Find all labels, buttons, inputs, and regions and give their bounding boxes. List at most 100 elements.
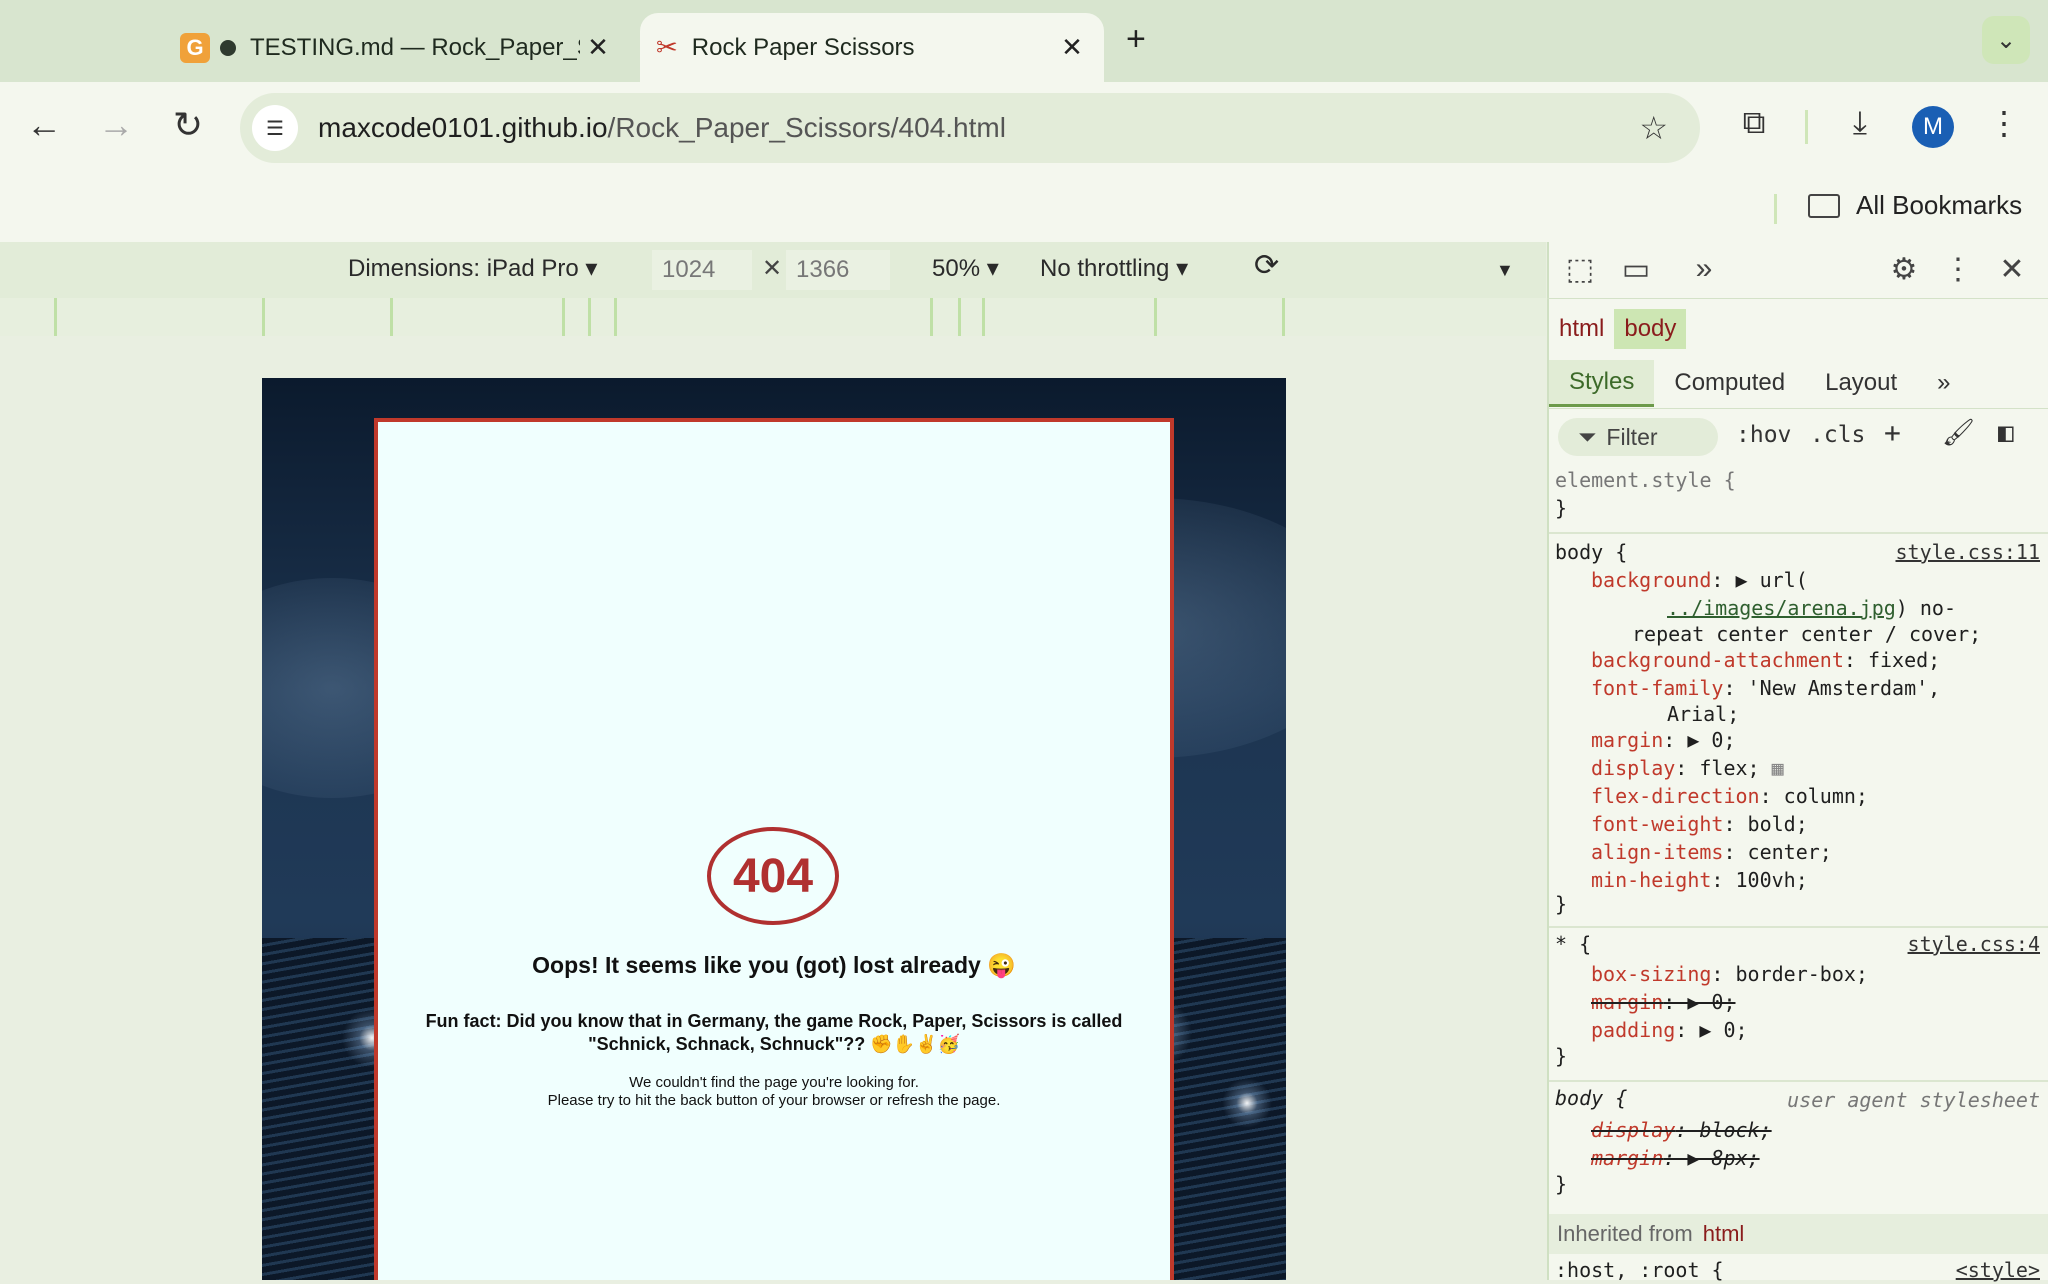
breadcrumb-body[interactable]: body (1614, 309, 1687, 349)
inherited-label: Inherited from (1557, 1221, 1693, 1246)
bookmarks-bar (0, 188, 2048, 242)
tab-styles[interactable]: Styles (1549, 359, 1655, 407)
new-tab-icon[interactable]: + (1126, 20, 1146, 59)
prop-name: display (1591, 756, 1676, 780)
ruler-tick (1282, 298, 1285, 336)
close-brace: } (1555, 1044, 1568, 1068)
tab-search-chevron-icon[interactable]: ⌄ (1982, 16, 2030, 64)
sidebar-toggle-icon[interactable]: ◧ (1998, 418, 2014, 448)
reload-icon[interactable]: ↻ (164, 104, 212, 146)
decl-font-family: font-family: 'New Amsterdam', (1591, 674, 2048, 702)
prop-value: : ▶ 0; (1663, 990, 1736, 1014)
source-link[interactable]: style.css:11 (1896, 540, 2041, 564)
prop-name: min-height (1591, 868, 1712, 892)
rotate-icon[interactable]: ⟳ (1254, 248, 1279, 283)
source-link[interactable]: style.css:4 (1908, 932, 2040, 956)
ua-rule-source: user agent stylesheet (1787, 1088, 2040, 1112)
throttling-label: No throttling (1040, 255, 1170, 282)
breadcrumb: html body (1549, 306, 1687, 352)
ruler-tick (562, 298, 565, 336)
extensions-icon[interactable]: ⧉ (1730, 104, 1778, 142)
close-tab-icon[interactable]: ✕ (1054, 32, 1090, 63)
forward-icon[interactable]: → (92, 104, 140, 146)
settings-gear-icon[interactable]: ⚙ (1882, 252, 1926, 287)
error-message: We couldn't find the page you're looking… (374, 1074, 1174, 1110)
zoom-dropdown[interactable]: 50% ▾ (932, 254, 999, 283)
prop-name: margin (1591, 990, 1664, 1014)
decl-flex-direction: flex-direction: column; (1591, 782, 2048, 810)
width-input[interactable]: 1024 (652, 250, 752, 290)
source-link[interactable]: <style> (1956, 1258, 2040, 1282)
paint-brush-icon[interactable]: 🖌 (1942, 418, 1975, 448)
bookmark-star-icon[interactable]: ☆ (1639, 109, 1668, 147)
avatar[interactable]: M (1912, 106, 1954, 148)
ruler-tick (958, 298, 961, 336)
prop-value: : ▶ 0; (1675, 1018, 1748, 1042)
ruler-tick (1154, 298, 1157, 336)
cls-toggle[interactable]: .cls (1810, 422, 1865, 448)
tab-title: TESTING.md — Rock_Paper_Scissors (250, 33, 580, 61)
all-bookmarks-button[interactable]: All Bookmarks (1808, 190, 2022, 221)
ruler-tick (588, 298, 591, 336)
decl-bg-attachment: background-attachment: fixed; (1591, 646, 2048, 674)
address-bar[interactable]: ☰ maxcode0101.github.io/Rock_Paper_Sciss… (240, 93, 1700, 163)
ruler-tick (54, 298, 57, 336)
rule-divider (1549, 926, 2048, 928)
site-info-icon[interactable]: ☰ (252, 105, 298, 151)
more-tabs-icon[interactable]: » (1917, 361, 1970, 405)
styles-filter-input[interactable]: ⏷ Filter (1558, 418, 1718, 456)
more-panels-icon[interactable]: » (1682, 252, 1726, 286)
flex-editor-icon[interactable]: ▦ (1772, 756, 1784, 780)
url-text: maxcode0101.github.io/Rock_Paper_Scissor… (318, 112, 1006, 144)
decl-background: background: ▶ url( (1591, 566, 2048, 594)
device-toggle-icon[interactable]: ▭ (1614, 252, 1658, 287)
decl-margin: margin: ▶ 0; (1591, 726, 2048, 754)
decl-background-url: ../images/arena.jpg) no- (1667, 594, 2048, 622)
star-rule-source[interactable]: style.css:4 (1880, 930, 2040, 958)
folder-icon (1808, 193, 1840, 218)
close-brace: } (1555, 892, 1568, 916)
hov-toggle[interactable]: :hov (1736, 422, 1791, 448)
close-brace: } (1555, 1172, 1568, 1196)
height-input[interactable]: 1366 (786, 250, 890, 290)
decl-margin-overridden: margin: ▶ 0; (1591, 988, 2048, 1016)
prop-name: background (1591, 568, 1712, 592)
tab-title: Rock Paper Scissors (691, 33, 915, 61)
url-link[interactable]: ../images/arena.jpg (1667, 596, 1896, 620)
message-line: We couldn't find the page you're looking… (629, 1074, 919, 1091)
devtools-menu-icon[interactable]: ⋮ (1936, 252, 1980, 287)
unsaved-dot-icon (220, 39, 236, 56)
downloads-icon[interactable]: ⤓ (1836, 104, 1884, 142)
devtools-tabs: Styles Computed Layout » (1549, 358, 2048, 409)
tab-computed[interactable]: Computed (1654, 361, 1805, 405)
menu-kebab-icon[interactable]: ⋮ (1980, 104, 2028, 142)
selector-text: body { (1555, 540, 1628, 564)
prop-name: margin (1591, 728, 1664, 752)
prop-value: : ▶ 8px; (1663, 1146, 1760, 1170)
inspect-element-icon[interactable]: ⬚ (1558, 252, 1602, 287)
back-icon[interactable]: ← (20, 104, 68, 146)
editor-favicon-icon: G (180, 32, 210, 63)
breadcrumb-html[interactable]: html (1549, 309, 1614, 349)
url-path: /Rock_Paper_Scissors/404.html (607, 112, 1006, 143)
close-devtools-icon[interactable]: ✕ (1990, 252, 2034, 287)
new-rule-icon[interactable]: + (1884, 416, 1901, 449)
stadium-stands (262, 938, 382, 1280)
prop-name: display (1591, 1118, 1676, 1142)
tab-testing[interactable]: G TESTING.md — Rock_Paper_Scissors ✕ (170, 13, 630, 82)
ruler-tick (930, 298, 933, 336)
more-options-chevron-icon[interactable]: ▼ (1496, 260, 1514, 281)
inherited-tag-link[interactable]: html (1703, 1221, 1745, 1247)
body-rule-source[interactable]: style.css:11 (1880, 538, 2041, 566)
dimensions-dropdown[interactable]: Dimensions: iPad Pro ▾ (348, 254, 597, 283)
throttling-dropdown[interactable]: No throttling ▾ (1040, 254, 1188, 283)
close-tab-icon[interactable]: ✕ (580, 32, 616, 63)
fun-fact-line: "Schnick, Schnack, Schnuck"?? ✊✋✌🥳 (588, 1034, 960, 1054)
prop-name: font-weight (1591, 812, 1724, 836)
rule-divider (1549, 1080, 2048, 1082)
prop-name: font-family (1591, 676, 1724, 700)
tab-rock-paper-scissors[interactable]: ✂ Rock Paper Scissors ✕ (640, 13, 1104, 82)
tab-layout[interactable]: Layout (1805, 361, 1917, 405)
prop-name: padding (1591, 1018, 1676, 1042)
prop-value: : fixed; (1843, 648, 1941, 672)
